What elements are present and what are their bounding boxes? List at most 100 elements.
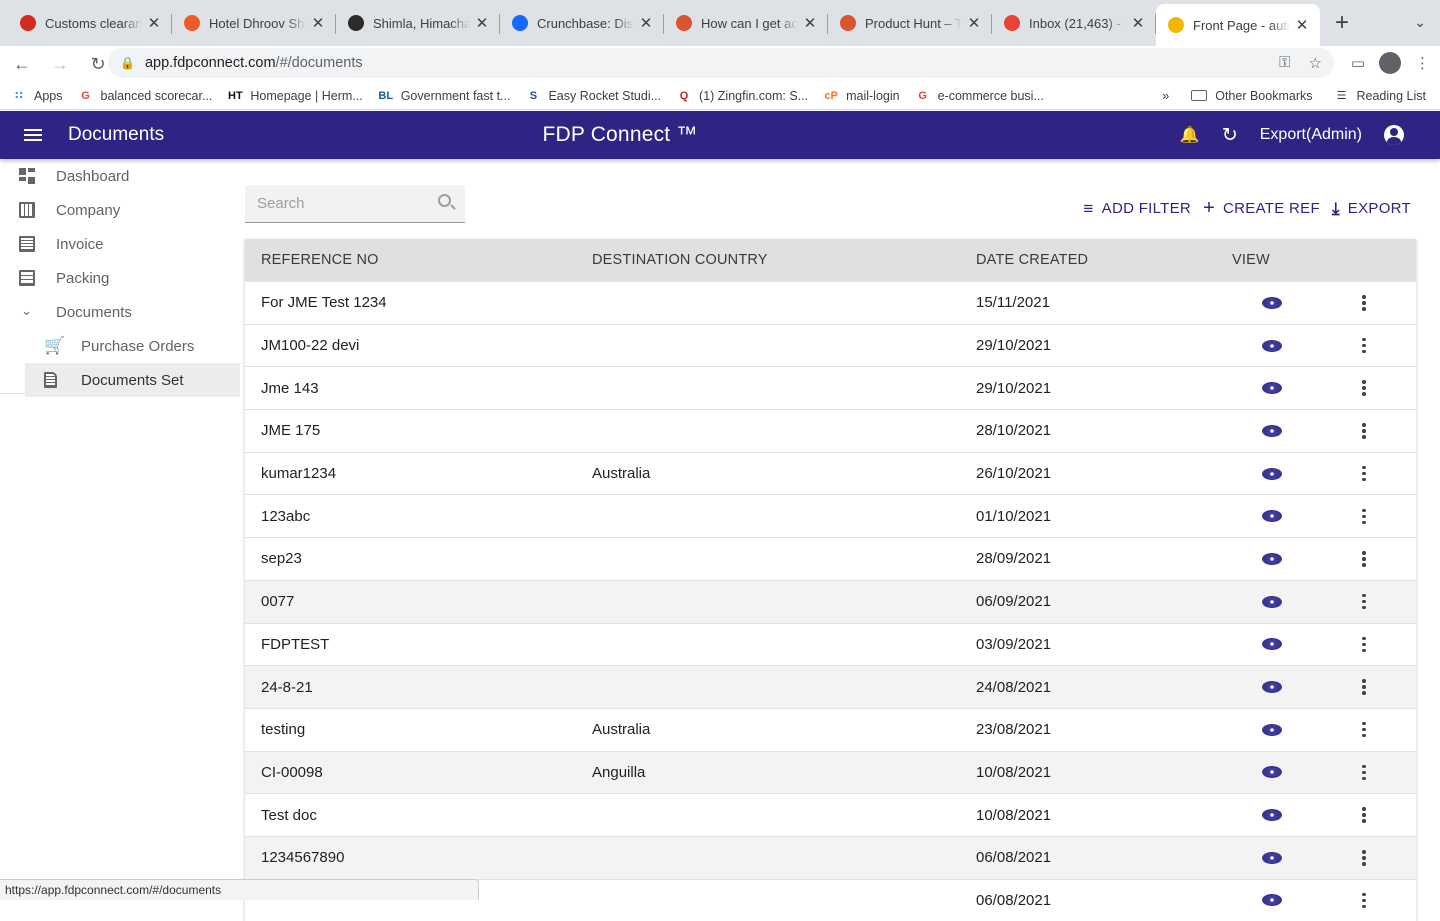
profile-avatar[interactable] xyxy=(1379,52,1401,74)
more-vert-icon[interactable] xyxy=(1362,551,1366,567)
sidebar-item-packing[interactable]: Packing xyxy=(0,261,240,295)
bookmarks-overflow-icon[interactable]: » xyxy=(1162,89,1169,103)
table-row[interactable]: CI-00098 Anguilla 10/08/2021 xyxy=(245,750,1416,794)
view-eye-icon[interactable] xyxy=(1262,638,1282,651)
view-eye-icon[interactable] xyxy=(1262,766,1282,779)
tab-search-chevron-icon[interactable]: ⌄ xyxy=(1414,14,1426,31)
search-field[interactable] xyxy=(245,185,465,223)
close-tab-icon[interactable]: ✕ xyxy=(1294,16,1310,34)
header-destination-country[interactable]: DESTINATION COUNTRY xyxy=(592,252,976,268)
bookmark-item[interactable]: S Easy Rocket Studi... xyxy=(526,89,661,103)
create-ref-button[interactable]: + CREATE REF xyxy=(1203,197,1320,220)
view-eye-icon[interactable] xyxy=(1262,894,1282,907)
browser-tab[interactable]: Inbox (21,463) - p ✕ xyxy=(992,4,1156,42)
more-vert-icon[interactable] xyxy=(1362,295,1366,311)
header-date-created[interactable]: DATE CREATED xyxy=(976,252,1232,268)
more-vert-icon[interactable] xyxy=(1362,850,1366,866)
reading-list[interactable]: ☰ Reading List xyxy=(1335,89,1426,103)
bookmark-star-icon[interactable]: ☆ xyxy=(1309,54,1322,72)
table-row[interactable]: 1234567890 06/08/2021 xyxy=(245,835,1416,879)
more-vert-icon[interactable] xyxy=(1362,807,1366,823)
sidebar-item-documents[interactable]: ⌄ Documents xyxy=(0,295,240,329)
more-vert-icon[interactable] xyxy=(1362,721,1366,738)
more-vert-icon[interactable] xyxy=(1362,764,1366,781)
view-eye-icon[interactable] xyxy=(1262,723,1282,736)
close-tab-icon[interactable]: ✕ xyxy=(1130,14,1146,32)
more-vert-icon[interactable] xyxy=(1362,423,1366,439)
browser-tab[interactable]: Product Hunt – The✕ xyxy=(828,4,992,42)
browser-tab[interactable]: Crunchbase: Discover✕ xyxy=(500,4,664,42)
refresh-icon[interactable]: ↻ xyxy=(1222,124,1238,147)
more-vert-icon[interactable] xyxy=(1362,679,1366,695)
view-eye-icon[interactable] xyxy=(1262,467,1282,480)
view-eye-icon[interactable] xyxy=(1262,851,1282,864)
view-eye-icon[interactable] xyxy=(1262,424,1282,437)
table-row[interactable]: 123abc 01/10/2021 xyxy=(245,494,1416,538)
view-eye-icon[interactable] xyxy=(1262,510,1282,523)
table-row[interactable]: 24-8-21 24/08/2021 xyxy=(245,665,1416,708)
browser-tab[interactable]: Front Page - auto ✕ xyxy=(1156,4,1320,46)
user-role-label[interactable]: Export(Admin) xyxy=(1260,126,1362,144)
browser-menu-icon[interactable]: ⋮ xyxy=(1415,54,1430,72)
search-input[interactable] xyxy=(257,195,427,212)
close-tab-icon[interactable]: ✕ xyxy=(638,14,654,32)
table-row[interactable]: Test doc 10/08/2021 xyxy=(245,793,1416,836)
view-eye-icon[interactable] xyxy=(1262,552,1282,565)
view-eye-icon[interactable] xyxy=(1262,339,1282,352)
more-vert-icon[interactable] xyxy=(1362,337,1366,354)
more-vert-icon[interactable] xyxy=(1362,465,1366,482)
browser-tab[interactable]: How can I get access✕ xyxy=(664,4,828,42)
add-filter-button[interactable]: ≡ ADD FILTER xyxy=(1083,199,1191,219)
table-row[interactable]: JM100-22 devi 29/10/2021 xyxy=(245,323,1416,367)
close-tab-icon[interactable]: ✕ xyxy=(802,14,818,32)
more-vert-icon[interactable] xyxy=(1362,380,1366,396)
view-eye-icon[interactable] xyxy=(1262,809,1282,822)
bookmark-item[interactable]: cP mail-login xyxy=(824,89,899,103)
browser-tab[interactable]: Customs clearance✕ xyxy=(8,4,172,42)
view-eye-icon[interactable] xyxy=(1262,382,1282,395)
view-eye-icon[interactable] xyxy=(1262,296,1282,309)
account-circle-icon[interactable] xyxy=(1384,125,1404,145)
table-row[interactable]: JME 175 28/10/2021 xyxy=(245,409,1416,452)
key-icon[interactable]: ⚿ xyxy=(1279,54,1290,72)
view-eye-icon[interactable] xyxy=(1262,595,1282,608)
more-vert-icon[interactable] xyxy=(1362,636,1366,653)
view-eye-icon[interactable] xyxy=(1262,681,1282,694)
close-tab-icon[interactable]: ✕ xyxy=(966,14,982,32)
table-row[interactable]: sep23 28/09/2021 xyxy=(245,537,1416,580)
table-row[interactable]: Jme 143 29/10/2021 xyxy=(245,366,1416,410)
browser-tab[interactable]: Shimla, Himachal ✕ xyxy=(336,4,500,42)
new-tab-button[interactable]: + xyxy=(1326,8,1358,40)
table-row[interactable]: FDPTEST 03/09/2021 xyxy=(245,622,1416,666)
bookmark-item[interactable]: Q (1) Zingfin.com: S... xyxy=(677,89,808,103)
export-button[interactable]: ⤓ EXPORT xyxy=(1332,199,1411,219)
more-vert-icon[interactable] xyxy=(1362,892,1366,909)
bookmark-item[interactable]: HT Homepage | Herm... xyxy=(228,89,363,103)
forward-button[interactable]: → xyxy=(44,48,76,80)
header-reference-no[interactable]: REFERENCE NO xyxy=(245,252,592,268)
back-button[interactable]: ← xyxy=(6,48,38,80)
address-bar[interactable]: 🔒 app.fdpconnect.com/#/documents ⚿ ☆ xyxy=(108,48,1334,78)
sidebar-item-purchase-orders[interactable]: 🛒 Purchase Orders xyxy=(0,329,240,363)
more-vert-icon[interactable] xyxy=(1362,593,1366,610)
close-tab-icon[interactable]: ✕ xyxy=(474,14,490,32)
table-row[interactable]: 0077 06/09/2021 xyxy=(245,579,1416,623)
sidebar-item-dashboard[interactable]: Dashboard xyxy=(0,159,240,193)
bookmark-item[interactable]: Ge-commerce busi... xyxy=(916,89,1044,103)
search-icon[interactable] xyxy=(438,194,451,207)
table-row[interactable]: kumar1234 Australia 26/10/2021 xyxy=(245,451,1416,495)
notification-bell-icon[interactable]: 🔔 xyxy=(1180,125,1200,145)
other-bookmarks[interactable]: Other Bookmarks xyxy=(1191,89,1313,103)
cast-icon[interactable]: ▭ xyxy=(1351,54,1365,72)
sidebar-item-invoice[interactable]: Invoice xyxy=(0,227,240,261)
bookmark-item[interactable]: ∷ Apps xyxy=(12,89,62,103)
browser-tab[interactable]: Hotel Dhroov Shimla✕ xyxy=(172,4,336,42)
close-tab-icon[interactable]: ✕ xyxy=(146,14,162,32)
table-row[interactable]: For JME Test 1234 15/11/2021 xyxy=(245,281,1416,324)
more-vert-icon[interactable] xyxy=(1362,508,1366,525)
bookmark-item[interactable]: BL Government fast t... xyxy=(378,89,510,103)
sidebar-item-company[interactable]: Company xyxy=(0,193,240,227)
close-tab-icon[interactable]: ✕ xyxy=(310,14,326,32)
sidebar-item-documents-set[interactable]: Documents Set xyxy=(25,363,240,397)
table-row[interactable]: testing Australia 23/08/2021 xyxy=(245,707,1416,751)
